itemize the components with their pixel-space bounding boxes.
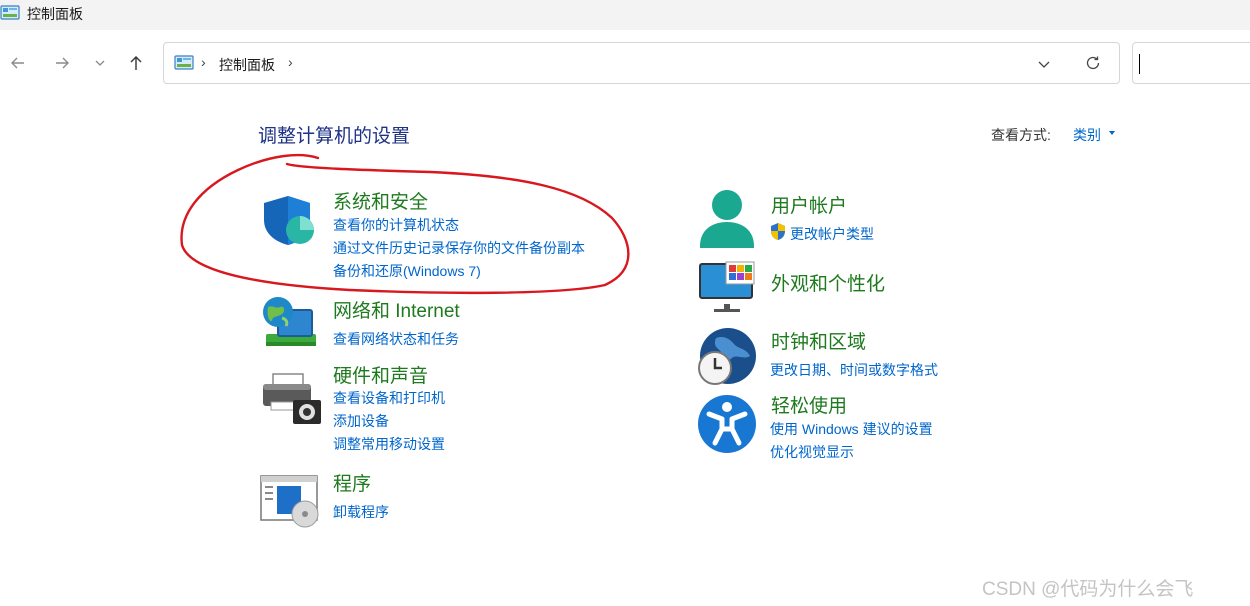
link-add-device[interactable]: 添加设备 xyxy=(333,411,389,431)
forward-button[interactable] xyxy=(48,49,76,77)
watermark: CSDN @代码为什么会飞 xyxy=(982,579,1194,600)
address-history-dropdown-icon[interactable] xyxy=(1036,56,1052,72)
uac-shield-icon xyxy=(771,223,785,240)
link-windows-suggested-settings[interactable]: 使用 Windows 建议的设置 xyxy=(770,419,933,439)
printer-icon[interactable] xyxy=(261,372,323,426)
recent-locations-button[interactable] xyxy=(86,49,114,77)
category-user-accounts[interactable]: 用户帐户 xyxy=(771,191,847,218)
shield-icon[interactable] xyxy=(262,194,318,246)
arrow-up-icon xyxy=(130,56,142,70)
programs-icon[interactable] xyxy=(259,474,323,528)
link-change-date-time-format[interactable]: 更改日期、时间或数字格式 xyxy=(770,360,938,380)
link-file-history-backup[interactable]: 通过文件历史记录保存你的文件备份副本 xyxy=(333,238,585,258)
link-network-status-tasks[interactable]: 查看网络状态和任务 xyxy=(333,329,459,349)
accessibility-icon[interactable] xyxy=(697,394,757,454)
back-button[interactable] xyxy=(4,49,32,77)
chevron-down-icon xyxy=(95,60,105,66)
user-icon[interactable] xyxy=(698,188,756,250)
up-button[interactable] xyxy=(122,49,150,77)
control-panel-icon xyxy=(0,5,20,20)
window-title: 控制面板 xyxy=(27,6,83,22)
breadcrumb-control-panel[interactable]: 控制面板 xyxy=(219,55,275,75)
breadcrumb-separator[interactable]: › xyxy=(288,54,293,70)
clock-globe-icon[interactable] xyxy=(696,326,758,388)
category-ease-of-access[interactable]: 轻松使用 xyxy=(771,391,847,418)
category-system-security[interactable]: 系统和安全 xyxy=(333,187,428,214)
search-input[interactable] xyxy=(1132,42,1250,84)
monitor-icon[interactable] xyxy=(698,260,758,314)
red-annotation-circle xyxy=(180,153,630,295)
link-mobility-settings[interactable]: 调整常用移动设置 xyxy=(333,434,445,454)
category-network-internet[interactable]: 网络和 Internet xyxy=(333,296,460,323)
breadcrumb-separator[interactable]: › xyxy=(201,54,206,70)
link-uninstall-program[interactable]: 卸载程序 xyxy=(333,502,389,522)
arrow-left-icon xyxy=(11,57,24,69)
category-appearance-personalization[interactable]: 外观和个性化 xyxy=(771,269,885,296)
category-hardware-sound[interactable]: 硬件和声音 xyxy=(333,361,428,388)
link-optimize-visual-display[interactable]: 优化视觉显示 xyxy=(770,442,854,462)
link-view-computer-status[interactable]: 查看你的计算机状态 xyxy=(333,215,459,235)
dropdown-caret-icon[interactable] xyxy=(1109,131,1115,135)
link-devices-printers[interactable]: 查看设备和打印机 xyxy=(333,388,445,408)
refresh-icon[interactable] xyxy=(1084,54,1102,72)
text-cursor xyxy=(1139,54,1140,74)
network-globe-icon[interactable] xyxy=(260,294,322,352)
control-panel-icon xyxy=(174,55,194,70)
page-title: 调整计算机的设置 xyxy=(258,126,411,147)
link-change-account-type[interactable]: 更改帐户类型 xyxy=(790,224,874,244)
view-by-label: 查看方式: xyxy=(991,127,1051,143)
arrow-right-icon xyxy=(56,57,69,69)
category-programs[interactable]: 程序 xyxy=(333,469,371,496)
category-clock-region[interactable]: 时钟和区域 xyxy=(771,327,866,354)
link-backup-restore-win7[interactable]: 备份和还原(Windows 7) xyxy=(333,261,481,281)
address-bar[interactable]: › 控制面板 › xyxy=(163,42,1120,84)
title-bar: 控制面板 xyxy=(0,0,1250,30)
view-by-dropdown[interactable]: 类别 xyxy=(1073,125,1101,145)
